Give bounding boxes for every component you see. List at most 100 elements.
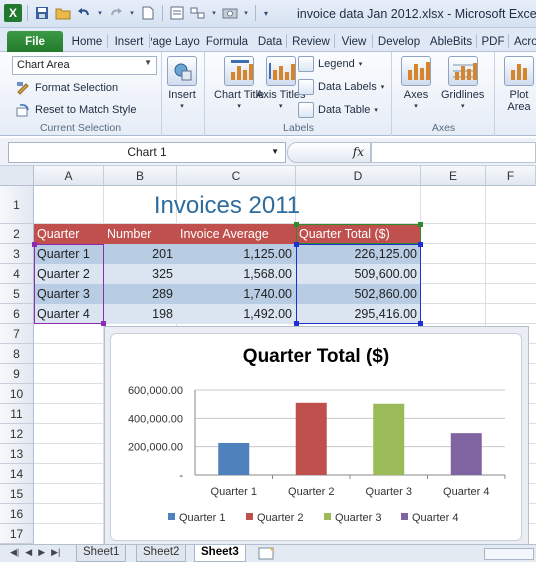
gridlines-button[interactable]: Gridlines ▾ <box>441 56 484 113</box>
row-header[interactable]: 16 <box>0 504 34 524</box>
separator <box>162 5 163 21</box>
row-header[interactable]: 2 <box>0 224 34 244</box>
customize-toolbar-icon[interactable]: ▾ <box>261 4 271 22</box>
data-labels-button[interactable]: Data Labels ▾ <box>298 79 384 95</box>
name-box[interactable]: Chart 1 ▼ <box>8 142 286 163</box>
insert-sheet-icon[interactable] <box>258 547 276 562</box>
sheet-title[interactable]: Invoices 2011 <box>104 192 350 220</box>
tab-label: Formula <box>205 35 249 48</box>
insert-button[interactable]: Insert ▾ <box>167 56 197 113</box>
horizontal-scrollbar[interactable] <box>484 548 534 560</box>
undo-dropdown-icon[interactable]: ▾ <box>96 4 104 22</box>
redo-dropdown-icon[interactable]: ▾ <box>128 4 136 22</box>
row-header[interactable]: 4 <box>0 264 34 284</box>
data-table-button[interactable]: Data Table ▾ <box>298 102 378 118</box>
column-header-c[interactable]: C <box>177 166 296 186</box>
open-folder-icon[interactable] <box>54 4 72 22</box>
previous-sheet-icon[interactable]: ◀ <box>25 547 32 558</box>
formula-input[interactable] <box>371 142 536 163</box>
table-cell[interactable]: 1,740.00 <box>177 284 296 304</box>
chevron-down-icon: ▼ <box>271 147 279 156</box>
range-handle[interactable] <box>294 222 299 227</box>
legend-swatch <box>168 513 175 520</box>
row-header[interactable]: 8 <box>0 344 34 364</box>
undo-icon[interactable] <box>75 4 93 22</box>
range-handle[interactable] <box>418 222 423 227</box>
table-cell[interactable]: 289 <box>104 284 177 304</box>
row-header[interactable]: 5 <box>0 284 34 304</box>
table-cell[interactable]: 325 <box>104 264 177 284</box>
tab-developer[interactable]: Develop <box>374 31 424 52</box>
legend-swatch <box>401 513 408 520</box>
header-cell-invoice-average[interactable]: Invoice Average <box>177 224 296 244</box>
chart-plot[interactable]: - 200,000.00 400,000.00 600,000.00 Quarter 1… <box>110 333 522 541</box>
camera-icon[interactable] <box>221 4 239 22</box>
tab-data[interactable]: Data <box>254 31 287 52</box>
table-cell[interactable]: 1,568.00 <box>177 264 296 284</box>
reset-match-style-button[interactable]: Reset to Match Style <box>15 102 137 118</box>
row-header[interactable]: 3 <box>0 244 34 264</box>
range-handle[interactable] <box>294 242 299 247</box>
tab-insert[interactable]: Insert <box>109 31 150 52</box>
tab-review[interactable]: Review <box>288 31 335 52</box>
table-cell[interactable]: 201 <box>104 244 177 264</box>
sheet-tab-sheet2[interactable]: Sheet2 <box>136 545 187 562</box>
excel-icon[interactable]: X <box>4 4 22 22</box>
column-header-f[interactable]: F <box>486 166 536 186</box>
chevron-down-icon: ▾ <box>279 103 283 110</box>
new-document-icon[interactable] <box>139 4 157 22</box>
chevron-down-icon: ▾ <box>460 103 465 110</box>
chart-element-dropdown[interactable]: Chart Area ▼ <box>12 56 157 75</box>
column-header-e[interactable]: E <box>421 166 486 186</box>
range-handle[interactable] <box>32 242 37 247</box>
row-header[interactable]: 12 <box>0 424 34 444</box>
tab-ablebits[interactable]: AbleBits <box>426 31 477 52</box>
row-header[interactable]: 11 <box>0 404 34 424</box>
range-handle[interactable] <box>418 242 423 247</box>
plot-area-button[interactable]: Plot Area <box>502 56 536 113</box>
row-header[interactable]: 15 <box>0 484 34 504</box>
next-sheet-icon[interactable]: ▶ <box>38 547 45 558</box>
row-header[interactable]: 10 <box>0 384 34 404</box>
format-selection-button[interactable]: Format Selection <box>15 80 118 96</box>
row-header[interactable]: 7 <box>0 324 34 344</box>
row-header[interactable]: 6 <box>0 304 34 324</box>
row-header[interactable]: 9 <box>0 364 34 384</box>
print-preview-icon[interactable] <box>168 4 186 22</box>
insert-function-button[interactable]: fx <box>287 142 371 163</box>
column-header-b[interactable]: B <box>104 166 177 186</box>
column-header-d[interactable]: D <box>296 166 421 186</box>
tab-formulas[interactable]: Formula <box>202 31 252 52</box>
tab-page-layout[interactable]: Page Layou <box>151 31 200 52</box>
tab-pdf[interactable]: PDF <box>478 31 509 52</box>
row-header[interactable]: 1 <box>0 186 34 224</box>
last-sheet-icon[interactable]: ▶| <box>51 547 60 558</box>
chevron-down-icon: ▾ <box>180 103 184 110</box>
header-cell-number[interactable]: Number <box>104 224 177 244</box>
table-cell[interactable]: 1,492.00 <box>177 304 296 324</box>
column-header-a[interactable]: A <box>34 166 104 186</box>
axes-group: Axes ▾ Gridlines ▾ Axes <box>393 52 495 136</box>
redo-icon[interactable] <box>107 4 125 22</box>
layout-icon[interactable] <box>189 4 207 22</box>
row-header[interactable]: 13 <box>0 444 34 464</box>
tab-view[interactable]: View <box>336 31 373 52</box>
table-cell[interactable]: 198 <box>104 304 177 324</box>
tab-home[interactable]: Home <box>67 31 108 52</box>
tab-file[interactable]: File <box>7 31 63 52</box>
axes-button[interactable]: Axes ▾ <box>401 56 431 113</box>
row-header[interactable]: 14 <box>0 464 34 484</box>
row-header[interactable]: 17 <box>0 524 34 544</box>
sheet-tab-sheet1[interactable]: Sheet1 <box>76 545 127 562</box>
save-icon[interactable] <box>33 4 51 22</box>
layout-dropdown-icon[interactable]: ▾ <box>210 4 218 22</box>
table-cell[interactable]: 1,125.00 <box>177 244 296 264</box>
legend-button[interactable]: Legend ▾ <box>298 56 362 72</box>
first-sheet-icon[interactable]: ◀| <box>10 547 19 558</box>
camera-dropdown-icon[interactable]: ▾ <box>242 4 250 22</box>
sheet-tab-sheet3[interactable]: Sheet3 <box>194 545 246 562</box>
header-cell-quarter[interactable]: Quarter <box>34 224 104 244</box>
select-all-corner[interactable] <box>0 166 34 186</box>
tab-acrobat[interactable]: Acro <box>510 31 536 52</box>
chevron-down-icon: ▾ <box>414 103 418 110</box>
